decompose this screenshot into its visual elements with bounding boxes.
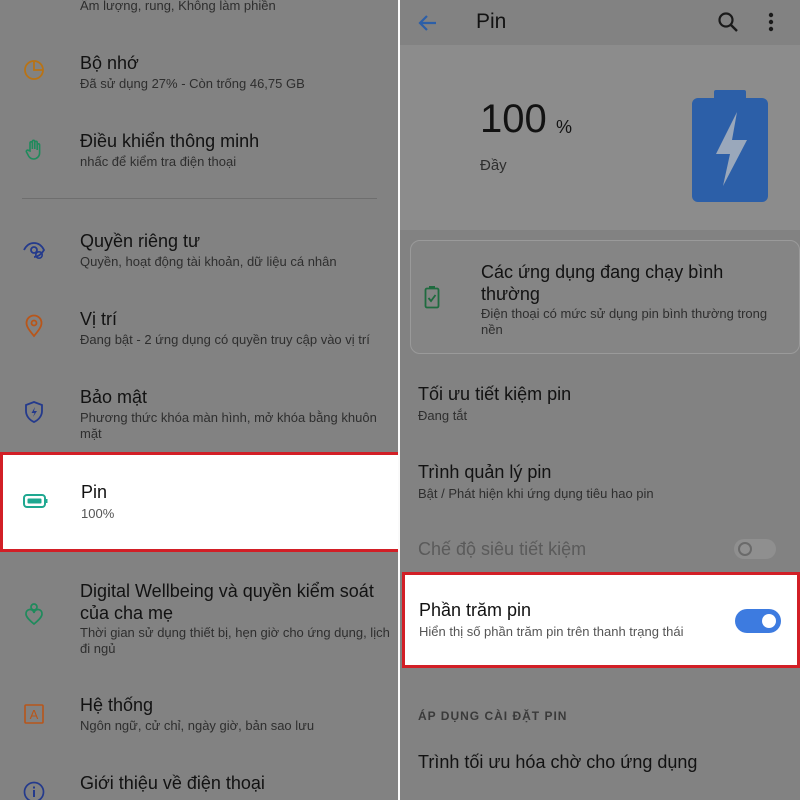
card-sub: Điện thoại có mức sử dụng pin bình thườn…	[481, 306, 768, 337]
hand-icon	[25, 139, 41, 160]
shield-icon	[25, 401, 43, 423]
svg-text:A: A	[30, 707, 39, 722]
wellbeing-title: Digital Wellbeing và quyền kiểm soát của…	[80, 581, 374, 623]
optimization-title: Tối ưu tiết kiệm pin	[418, 384, 572, 404]
wellbeing-heart-icon	[25, 603, 43, 626]
privacy-title: Quyền riêng tư	[80, 231, 201, 251]
system-title: Hệ thống	[80, 695, 154, 715]
app-bar: Pin	[400, 0, 800, 50]
search-icon[interactable]	[717, 11, 739, 33]
back-arrow-icon[interactable]	[417, 12, 439, 34]
list-item-smart-control[interactable]: Điều khiển thông minh nhấc để kiểm tra đ…	[0, 122, 400, 182]
list-item-privacy[interactable]: Quyền riêng tư Quyền, hoạt động tài khoả…	[0, 222, 400, 282]
list-item-battery-highlighted[interactable]: Pin 100%	[0, 452, 400, 552]
manager-sub: Bật / Phát hiện khi ứng dụng tiêu hao pi…	[418, 486, 654, 501]
location-sub: Đang bật - 2 ứng dụng có quyền truy cập …	[80, 332, 370, 347]
battery-hero: 100 % Đầy	[400, 45, 800, 230]
optimization-sub: Đang tắt	[418, 408, 468, 423]
divider	[22, 198, 377, 199]
battery-icon	[23, 494, 48, 508]
location-title: Vị trí	[80, 309, 118, 329]
privacy-sub: Quyền, hoạt động tài khoản, dữ liệu cá n…	[80, 254, 337, 269]
list-item-digital-wellbeing[interactable]: Digital Wellbeing và quyền kiểm soát của…	[0, 572, 400, 662]
privacy-eye-icon	[23, 242, 46, 260]
page-title: Pin	[476, 10, 507, 33]
storage-sub: Đã sử dụng 27% - Còn trống 46,75 GB	[80, 76, 305, 91]
storage-icon	[24, 60, 44, 80]
toggle-knob	[762, 614, 776, 628]
system-language-icon: A	[24, 704, 44, 724]
screen: Âm lượng, rung, Không làm phiền Bộ nhớ Đ…	[0, 0, 800, 800]
smart-control-sub: nhấc để kiểm tra điện thoại	[80, 154, 237, 169]
battery-level: 100	[480, 97, 547, 141]
super-saver-title: Chế độ siêu tiết kiệm	[418, 539, 587, 559]
sound-sub: Âm lượng, rung, Không làm phiền	[80, 0, 276, 13]
battery-title: Pin	[81, 482, 108, 502]
more-options-icon[interactable]	[767, 11, 775, 33]
location-pin-icon	[25, 314, 43, 338]
section-header: ÁP DỤNG CÀI ĐẶT PIN	[418, 709, 568, 723]
list-item-system[interactable]: A Hệ thống Ngôn ngữ, cử chỉ, ngày giờ, b…	[0, 686, 400, 746]
standby-optimizer-title: Trình tối ưu hóa chờ cho ứng dụng	[418, 752, 698, 772]
battery-percentage-toggle[interactable]	[735, 609, 781, 633]
battery-percentage-title: Phần trăm pin	[419, 600, 532, 620]
battery-large-icon	[692, 90, 768, 202]
battery-sub: 100%	[81, 506, 115, 521]
security-title: Bảo mật	[80, 387, 148, 407]
list-item-about-phone[interactable]: Giới thiệu về điện thoại	[0, 764, 400, 800]
list-item-security[interactable]: Bảo mật Phương thức khóa màn hình, mở kh…	[0, 378, 400, 448]
battery-settings-panel: 100 % Đầy Pin Các ứng dụng đang chạy bìn…	[400, 0, 800, 800]
list-item-battery-percentage-highlighted[interactable]: Phần trăm pin Hiển thị số phần trăm pin …	[402, 572, 800, 668]
security-sub: Phương thức khóa màn hình, mở khóa bằng …	[80, 410, 377, 441]
list-item-sound[interactable]: Âm lượng, rung, Không làm phiền	[0, 0, 400, 30]
battery-check-icon	[424, 286, 440, 309]
wellbeing-sub: Thời gian sử dụng thiết bị, hẹn giờ cho …	[80, 625, 390, 656]
manager-title: Trình quản lý pin	[418, 462, 552, 482]
smart-control-title: Điều khiển thông minh	[80, 131, 260, 151]
settings-list-panel: Âm lượng, rung, Không làm phiền Bộ nhớ Đ…	[0, 0, 400, 800]
info-icon	[23, 781, 45, 800]
app-usage-status-card[interactable]: Các ứng dụng đang chạy bình thường Điện …	[410, 240, 800, 354]
storage-title: Bộ nhớ	[80, 53, 139, 73]
list-item-storage[interactable]: Bộ nhớ Đã sử dụng 27% - Còn trống 46,75 …	[0, 44, 400, 104]
system-sub: Ngôn ngữ, cử chỉ, ngày giờ, bản sao lưu	[80, 718, 315, 733]
list-item-location[interactable]: Vị trí Đang bật - 2 ứng dụng có quyền tr…	[0, 300, 400, 360]
about-title: Giới thiệu về điện thoại	[80, 773, 265, 793]
super-saver-toggle[interactable]	[734, 539, 776, 559]
toggle-knob	[738, 542, 752, 556]
card-title: Các ứng dụng đang chạy bình thường	[481, 262, 724, 304]
battery-percentage-sub: Hiển thị số phần trăm pin trên thanh trạ…	[419, 624, 684, 639]
battery-status: Đầy	[480, 157, 507, 174]
battery-unit: %	[556, 117, 573, 137]
